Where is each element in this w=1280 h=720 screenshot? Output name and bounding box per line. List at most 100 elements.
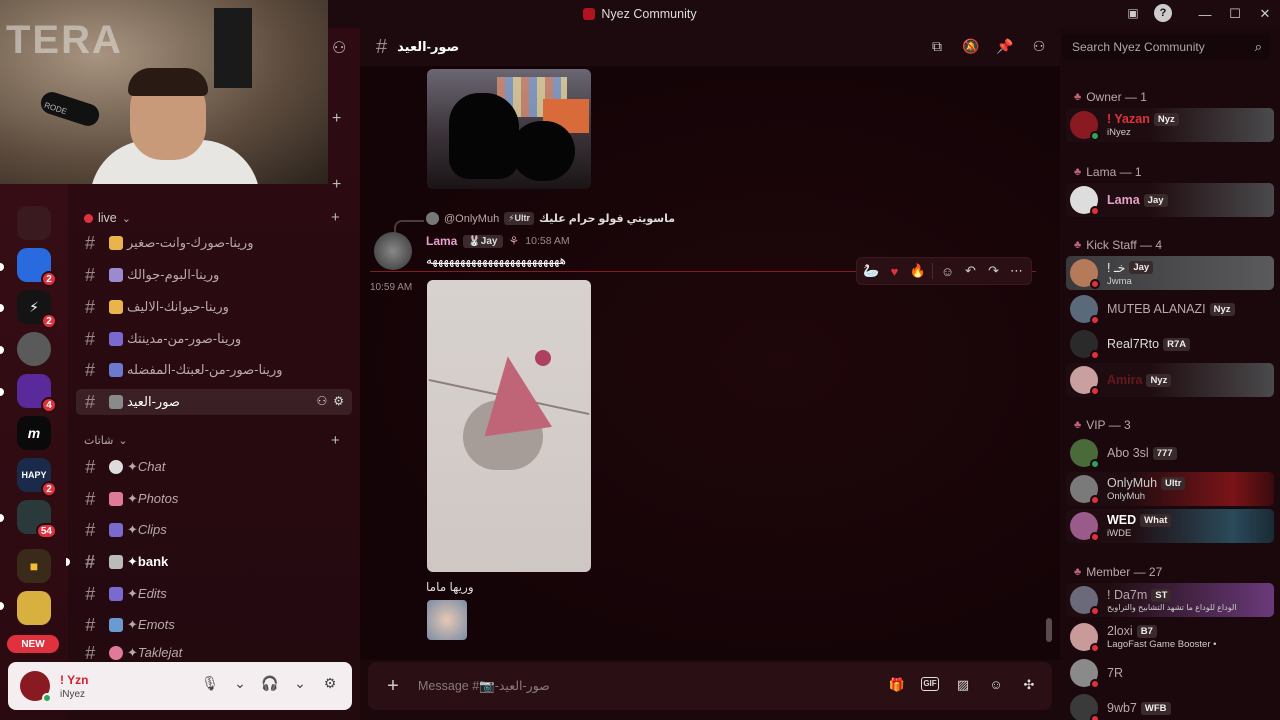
member-item[interactable]: WED What iWDE	[1066, 509, 1274, 543]
forward-icon[interactable]: ↷	[985, 263, 1002, 279]
server-icon[interactable]: m	[17, 416, 51, 450]
reaction-heart-icon[interactable]: ♥	[886, 264, 903, 279]
member-item[interactable]: MUTEB ALANAZI Nyz	[1066, 292, 1274, 326]
headphones-icon[interactable]: 🎧	[260, 675, 280, 692]
avatar	[1070, 475, 1100, 505]
channel-item[interactable]: # ورينا-البوم-جوالك	[76, 262, 352, 288]
user-status: iNyez	[60, 689, 86, 700]
server-icon[interactable]: 54	[17, 500, 57, 539]
add-channel-icon[interactable]: +	[332, 110, 341, 128]
microphone-icon[interactable]: 🎙	[200, 675, 220, 692]
member-item[interactable]: Abo 3sl 777	[1066, 436, 1274, 470]
category-chats[interactable]: شاتات ⌄	[84, 434, 128, 447]
gif-button[interactable]: GIF	[921, 677, 939, 691]
apps-icon[interactable]: ✣	[1020, 677, 1038, 693]
chat-header: # صور-العيد ⧉ 🔕 📌 ⚇	[360, 28, 1060, 66]
server-icon[interactable]: HAPY 2	[17, 458, 57, 497]
gear-icon[interactable]: ⚙	[333, 394, 344, 408]
server-icon[interactable]	[17, 332, 51, 366]
member-item[interactable]: OnlyMuh Ultr OnlyMuh	[1066, 472, 1274, 506]
role-icon: ♣	[1074, 239, 1082, 251]
add-attachment-icon[interactable]: +	[368, 675, 418, 698]
title-bar-tools: ▣ ?	[1124, 4, 1172, 22]
sticker-icon[interactable]: ▨	[954, 677, 972, 693]
gear-icon[interactable]: ⚙	[320, 675, 340, 692]
window-controls: — ☐ ✕	[1190, 0, 1280, 28]
member-item[interactable]: Real7Rto R7A	[1066, 327, 1274, 361]
server-icon[interactable]: 4	[17, 374, 57, 413]
server-icon[interactable]: ⚡ 2	[17, 290, 57, 329]
online-status-icon	[42, 693, 52, 703]
minimize-button[interactable]: —	[1190, 7, 1220, 22]
channel-item[interactable]: # ✦Emots	[76, 612, 352, 638]
member-group-header: ♣ VIP — 3	[1074, 418, 1131, 432]
username[interactable]: ! Yzn	[60, 673, 88, 687]
image-attachment[interactable]	[427, 69, 591, 189]
add-channel-icon[interactable]: +	[331, 209, 340, 226]
header-tools: ⧉ 🔕 📌 ⚇	[928, 38, 1048, 55]
member-item[interactable]: Amira Nyz	[1066, 363, 1274, 397]
channel-item-active[interactable]: # صور-العيد ⚇ ⚙	[76, 389, 352, 415]
channel-item[interactable]: # ✦Photos	[76, 486, 352, 512]
member-item[interactable]: Lama Jay	[1066, 183, 1274, 217]
message-author[interactable]: Lama	[426, 234, 457, 248]
invite-people-icon[interactable]: ⚇	[332, 38, 346, 58]
channel-item[interactable]: # ورينا-صورك-وانت-صغير	[76, 230, 352, 256]
more-options-icon[interactable]: ⋯	[1008, 263, 1025, 279]
channel-item[interactable]: # ورينا-صور-من-لعبتك-المفضله	[76, 357, 352, 383]
avatar	[1070, 586, 1100, 616]
mute-bell-icon[interactable]: 🔕	[962, 38, 980, 55]
member-item[interactable]: 9wb7 WFB	[1066, 691, 1274, 720]
member-item[interactable]: ! ﺧـ Jay Jwma	[1066, 256, 1274, 290]
threads-icon[interactable]: ⧉	[928, 38, 946, 55]
emoji-icon[interactable]: ☺	[987, 677, 1005, 693]
message-text: وريها ماما	[426, 580, 474, 594]
channel-item[interactable]: # ✦Edits	[76, 581, 352, 607]
reaction-swan-icon[interactable]: 🦢	[863, 263, 880, 279]
search-icon: ⌕	[1254, 39, 1262, 54]
reply-icon[interactable]: ↶	[962, 263, 979, 279]
member-item[interactable]: ! Da7m ST ﺍﻟﻮﺩﺍﻉ ﻟﻠﻮﺩﺍﻉ ﻣﺎ ﺗﺸﻬﺪ ﺍﻟﺘﺸﺎﺑﻴﺢ ﻭ…	[1066, 583, 1274, 617]
server-icon[interactable]: 2	[17, 248, 57, 287]
scrollbar[interactable]	[1046, 618, 1052, 642]
channel-item[interactable]: # ✦Chat	[76, 454, 352, 480]
message-composer[interactable]: + Message #📷-صور-العيد 🎁 GIF ▨ ☺ ✣	[368, 662, 1052, 710]
pin-icon[interactable]: 📌	[996, 38, 1014, 55]
message-input[interactable]: Message #📷-صور-العيد	[418, 678, 550, 694]
channel-item-unread[interactable]: # ✦bank	[76, 549, 352, 575]
image-attachment[interactable]	[427, 600, 467, 640]
avatar[interactable]	[374, 232, 412, 270]
folder-icon[interactable]: ■	[17, 549, 51, 583]
reply-preview[interactable]: @OnlyMuh ⚡Ultr ماسويتي فولو حرام عليك	[426, 212, 675, 225]
add-channel-icon[interactable]: +	[331, 432, 340, 449]
help-icon[interactable]: ?	[1154, 4, 1172, 22]
server-icon[interactable]	[17, 206, 51, 240]
add-channel-icon[interactable]: +	[332, 176, 341, 194]
search-input[interactable]: Search Nyez Community ⌕	[1062, 34, 1270, 60]
image-attachment[interactable]	[427, 280, 591, 572]
member-item[interactable]: 2loxi B7 LagoFast Game Booster •	[1066, 620, 1274, 654]
invite-icon[interactable]: ⚇	[316, 394, 327, 408]
hash-icon: #	[85, 551, 96, 572]
close-button[interactable]: ✕	[1250, 6, 1280, 22]
chevron-down-icon[interactable]: ⌄	[290, 675, 310, 692]
category-live[interactable]: live ⌄	[84, 211, 131, 225]
member-list-icon[interactable]: ⚇	[1030, 38, 1048, 55]
avatar	[1070, 186, 1100, 216]
voice-controls: 🎙 ⌄ 🎧 ⌄ ⚙	[200, 675, 340, 692]
channel-item[interactable]: # ✦Taklejat	[76, 643, 352, 663]
chevron-down-icon: ⌄	[118, 435, 128, 447]
chevron-down-icon[interactable]: ⌄	[230, 675, 250, 692]
inbox-icon[interactable]: ▣	[1124, 4, 1142, 22]
maximize-button[interactable]: ☐	[1220, 6, 1250, 22]
member-item[interactable]: ! Yazan Nyz iNyez	[1066, 108, 1274, 142]
member-item[interactable]: 7R	[1066, 656, 1274, 690]
server-icon[interactable]	[17, 591, 51, 625]
gift-icon[interactable]: 🎁	[888, 677, 906, 693]
channel-item[interactable]: # ورينا-صور-من-مدينتك	[76, 326, 352, 352]
channel-item[interactable]: # ✦Clips	[76, 517, 352, 543]
channel-item[interactable]: # ورينا-حيوانك-الاليف	[76, 294, 352, 320]
clapper-icon	[109, 523, 123, 537]
add-reaction-icon[interactable]: ☺	[939, 264, 956, 279]
reaction-fire-icon[interactable]: 🔥	[909, 263, 926, 279]
